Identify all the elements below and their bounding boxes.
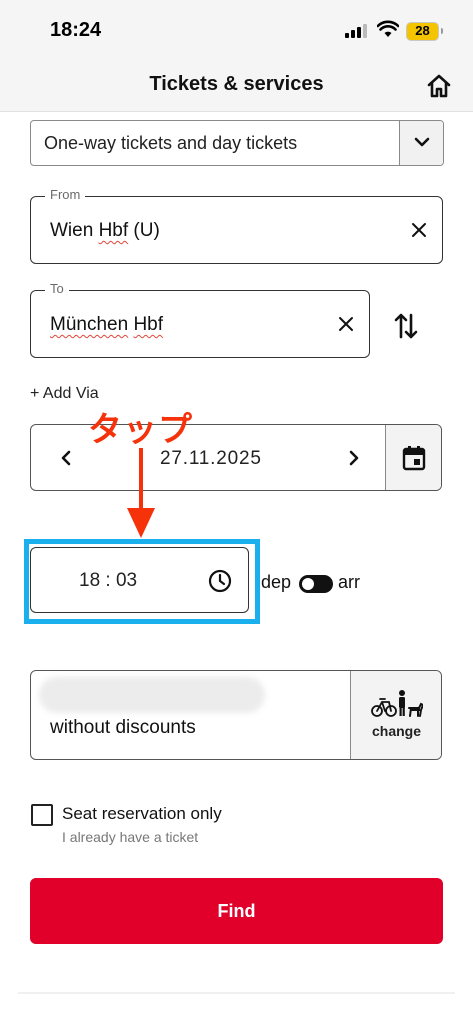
divider (18, 992, 455, 994)
signal-icon (345, 24, 367, 38)
battery-icon: 28 (406, 22, 443, 41)
clear-from-icon[interactable] (410, 221, 428, 239)
tap-annotation: タップ (88, 411, 193, 449)
to-input[interactable]: München Hbf (50, 314, 163, 336)
toggle-knob (302, 578, 314, 590)
chevron-down-icon (414, 137, 430, 147)
swap-icon[interactable] (393, 311, 419, 341)
dep-arr-toggle[interactable] (299, 575, 333, 593)
clock-icon (208, 569, 232, 593)
time-value: 18 : 03 (79, 570, 138, 591)
ticket-type-value: One-way tickets and day tickets (44, 133, 298, 153)
blurred-content (39, 677, 265, 713)
seat-reservation-checkbox[interactable] (31, 804, 53, 826)
date-value[interactable]: 27.11.2025 (160, 448, 262, 470)
wifi-icon (377, 20, 399, 37)
calendar-icon (402, 446, 426, 471)
status-time: 18:24 (50, 19, 102, 41)
chevron-right-icon[interactable] (345, 448, 363, 468)
calendar-button[interactable] (385, 425, 441, 490)
to-legend: To (45, 281, 69, 296)
seat-reservation-sublabel: I already have a ticket (62, 829, 199, 845)
ticket-type-select[interactable]: One-way tickets and day tickets (30, 120, 444, 166)
arrow-down-icon (127, 448, 155, 538)
seat-reservation-label[interactable]: Seat reservation only (62, 804, 222, 824)
change-label: change (371, 723, 421, 739)
from-legend: From (45, 187, 86, 202)
discount-value: without discounts (50, 717, 196, 738)
passenger-selector[interactable]: without discounts change (30, 670, 442, 760)
ticket-type-toggle[interactable] (399, 121, 443, 165)
time-picker[interactable]: 18 : 03 (30, 547, 249, 613)
app-header: Tickets & services (0, 60, 473, 112)
change-passengers-button[interactable]: change (350, 671, 441, 759)
home-icon[interactable] (425, 72, 453, 100)
departure-label: dep (261, 572, 292, 592)
bike-person-dog-icon (371, 690, 423, 717)
clear-to-icon[interactable] (337, 315, 355, 333)
find-button[interactable]: Find (30, 878, 443, 944)
chevron-left-icon[interactable] (57, 448, 75, 468)
battery-level: 28 (415, 23, 430, 38)
add-via-link[interactable]: + Add Via (30, 385, 99, 403)
from-field[interactable]: From Wien Hbf (U) (30, 187, 443, 264)
find-label: Find (217, 901, 256, 921)
to-field[interactable]: To München Hbf (30, 281, 370, 358)
page-title: Tickets & services (149, 73, 324, 95)
from-input[interactable]: Wien Hbf (U) (50, 220, 160, 242)
status-bar: 18:24 28 (0, 0, 473, 60)
arrival-label: arr (338, 572, 360, 592)
